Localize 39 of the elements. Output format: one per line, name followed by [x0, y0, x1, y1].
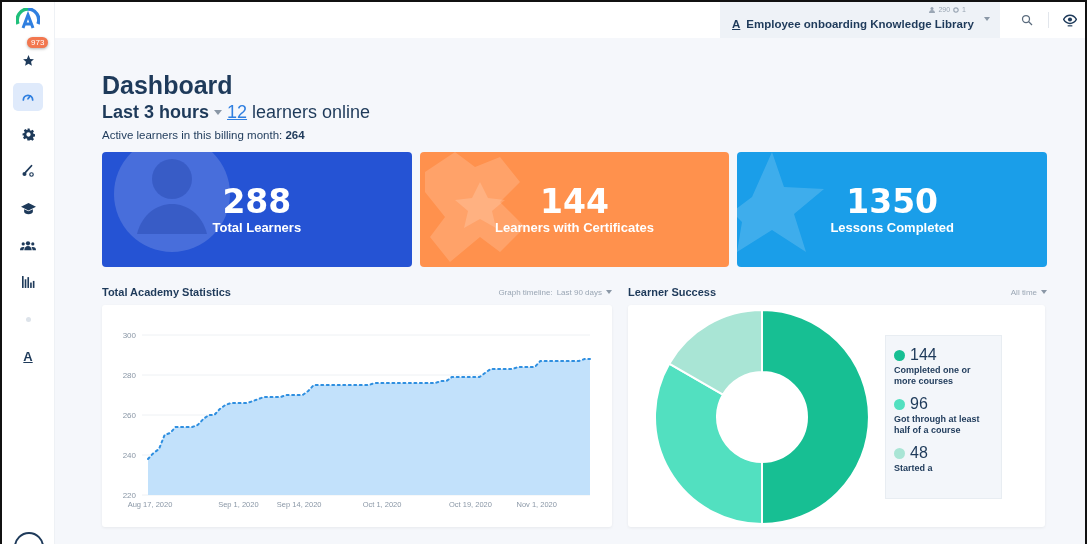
stat-value: 1350: [846, 184, 939, 220]
people-icon: [20, 239, 36, 251]
graduation-cap-icon: [20, 201, 36, 215]
legend-label: Started a: [894, 463, 934, 474]
online-count-link[interactable]: 12: [227, 102, 248, 123]
page-title: Dashboard: [102, 70, 234, 100]
stat-label: Total Learners: [212, 220, 302, 235]
caret-icon: [214, 110, 223, 115]
user-icon: [929, 6, 936, 13]
legend-label: Completed one or more courses: [894, 365, 972, 387]
y-axis-label: 220: [122, 491, 136, 500]
gear-icon: [21, 127, 35, 141]
stat-value: 144: [540, 184, 609, 220]
caret-icon: [606, 290, 612, 294]
legend-value: 96: [910, 395, 928, 413]
brush-icon: [21, 164, 35, 178]
y-axis-label: 300: [122, 331, 136, 340]
admin-icon: [953, 6, 960, 13]
star-icon: [21, 53, 35, 67]
active-learners-text: Active learners in this billing month: 264: [102, 129, 306, 141]
stat-value: 288: [222, 184, 292, 220]
y-axis-label: 260: [122, 411, 136, 420]
bar-chart-icon: [21, 276, 35, 288]
panel-title: Learner Success: [628, 286, 717, 298]
legend-value: 144: [910, 346, 937, 364]
legend-value: 48: [910, 444, 928, 462]
panel-title: Total Academy Statistics: [102, 286, 231, 298]
online-label: learners online: [252, 102, 371, 123]
stat-label: Lessons Completed: [830, 220, 954, 235]
period-dropdown[interactable]: Last 3 hours: [102, 102, 223, 123]
caret-icon: [984, 17, 990, 21]
y-axis-label: 240: [122, 451, 136, 460]
y-axis-label: 280: [122, 371, 136, 380]
notification-badge: 973: [27, 37, 49, 48]
sidebar-item[interactable]: A: [13, 342, 43, 370]
dot-icon: [25, 316, 31, 322]
legend-label: Got through at least half of a course: [894, 414, 981, 436]
stat-label: Learners with Certificates: [495, 220, 654, 235]
caret-icon: [1041, 290, 1047, 294]
